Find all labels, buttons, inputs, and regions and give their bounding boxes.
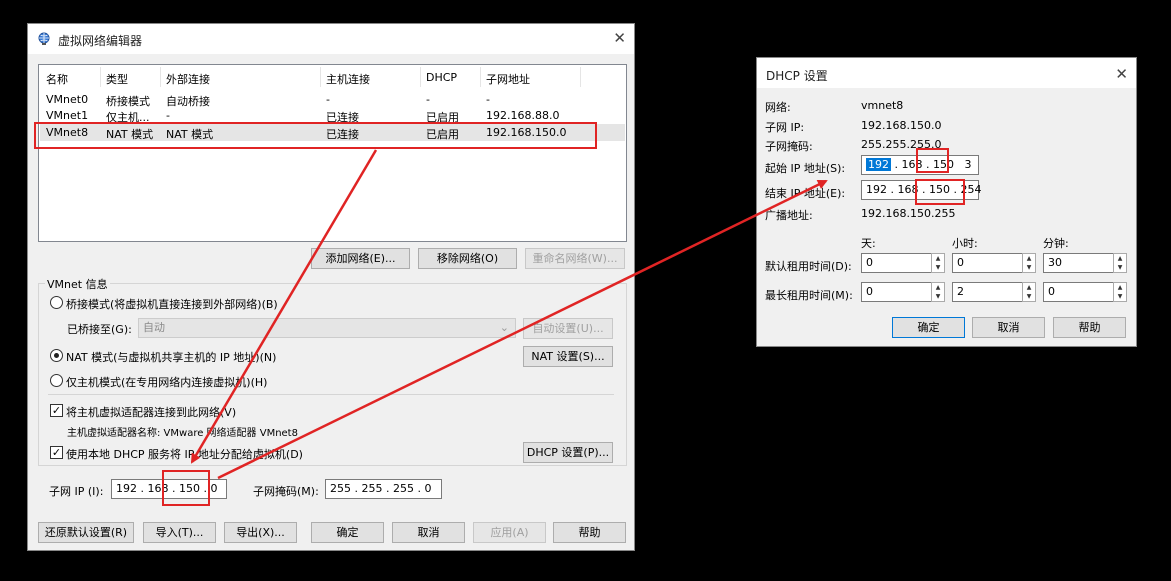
highlight-vmnet8-row bbox=[34, 122, 597, 149]
network-list[interactable]: 名称 类型 外部连接 主机连接 DHCP 子网地址 VMnet0 桥接模式 自动… bbox=[38, 64, 627, 242]
cell-name: VMnet0 bbox=[46, 93, 89, 106]
cell-name: VMnet1 bbox=[46, 109, 89, 122]
nat-mode-label[interactable]: NAT 模式(与虚拟机共享主机的 IP 地址)(N) bbox=[66, 349, 276, 365]
col-dhcp[interactable]: DHCP bbox=[426, 71, 457, 84]
group-divider bbox=[48, 394, 614, 395]
col-days: 天: bbox=[861, 237, 876, 250]
host-only-radio[interactable] bbox=[50, 374, 63, 387]
network-value: vmnet8 bbox=[861, 99, 904, 112]
virtual-network-editor-window: 虚拟网络编辑器 ✕ 名称 类型 外部连接 主机连接 DHCP 子网地址 VMne… bbox=[27, 23, 635, 551]
close-icon[interactable]: ✕ bbox=[613, 29, 626, 47]
vne-titlebar[interactable]: 虚拟网络编辑器 ✕ bbox=[28, 24, 634, 54]
restore-defaults-button[interactable]: 还原默认设置(R) bbox=[38, 522, 134, 543]
remove-network-button[interactable]: 移除网络(O) bbox=[418, 248, 517, 269]
rename-network-button[interactable]: 重命名网络(W)... bbox=[525, 248, 625, 269]
host-only-label[interactable]: 仅主机模式(在专用网络内连接虚拟机)(H) bbox=[66, 374, 267, 390]
broadcast-label: 广播地址: bbox=[765, 209, 813, 222]
add-network-button[interactable]: 添加网络(E)... bbox=[311, 248, 410, 269]
max-lease-days[interactable]: 0 bbox=[861, 282, 932, 302]
default-lease-days-spinner[interactable]: ▲ ▼ bbox=[931, 253, 945, 273]
max-lease-minutes[interactable]: 0 bbox=[1043, 282, 1114, 302]
dhcp-settings-button[interactable]: DHCP 设置(P)... bbox=[523, 442, 613, 463]
cell-host: - bbox=[326, 93, 330, 106]
col-subnet[interactable]: 子网地址 bbox=[486, 71, 530, 87]
dhcp-title: DHCP 设置 bbox=[766, 69, 828, 83]
max-lease-label: 最长租用时间(M): bbox=[765, 289, 853, 302]
max-lease-hours-spinner[interactable]: ▲ ▼ bbox=[1022, 282, 1036, 302]
import-button[interactable]: 导入(T)... bbox=[143, 522, 216, 543]
default-lease-label: 默认租用时间(D): bbox=[765, 260, 852, 273]
col-type[interactable]: 类型 bbox=[106, 71, 128, 87]
subnet-mask-label: 子网掩码: bbox=[765, 140, 813, 153]
connect-adapter-label[interactable]: 将主机虚拟适配器连接到此网络(V) bbox=[66, 404, 236, 420]
bridged-to-select[interactable]: 自动 ⌄ bbox=[138, 318, 516, 338]
network-row-vmnet1[interactable]: VMnet1 仅主机... - 已连接 已启用 192.168.88.0 bbox=[40, 107, 625, 124]
col-host[interactable]: 主机连接 bbox=[326, 71, 370, 87]
cell-subnet: 192.168.88.0 bbox=[486, 109, 560, 122]
network-label: 网络: bbox=[765, 101, 791, 114]
col-hours: 小时: bbox=[952, 237, 978, 250]
highlight-start-ip-octet bbox=[916, 148, 949, 173]
dhcp-cancel-button[interactable]: 取消 bbox=[972, 317, 1045, 338]
vmnet-info-title: VMnet 信息 bbox=[45, 276, 110, 292]
default-lease-hours-spinner[interactable]: ▲ ▼ bbox=[1022, 253, 1036, 273]
chevron-down-icon: ⌄ bbox=[499, 321, 509, 334]
cell-subnet: - bbox=[486, 93, 490, 106]
globe-network-icon bbox=[38, 32, 50, 45]
help-button[interactable]: 帮助 bbox=[553, 522, 626, 543]
adapter-name-text: 主机虚拟适配器名称: VMware 网络适配器 VMnet8 bbox=[67, 428, 298, 439]
dhcp-help-button[interactable]: 帮助 bbox=[1053, 317, 1126, 338]
subnet-ip-label: 子网 IP: bbox=[765, 121, 805, 134]
bridged-to-label: 已桥接至(G): bbox=[67, 323, 132, 336]
highlight-subnet-ip-octet bbox=[162, 470, 210, 506]
cell-external: - bbox=[166, 109, 170, 122]
bridged-mode-radio[interactable] bbox=[50, 296, 63, 309]
apply-button[interactable]: 应用(A) bbox=[473, 522, 546, 543]
subnet-ip-label: 子网 IP (I): bbox=[49, 485, 104, 498]
col-external[interactable]: 外部连接 bbox=[166, 71, 210, 87]
subnet-ip-value: 192.168.150.0 bbox=[861, 119, 942, 132]
default-lease-hours[interactable]: 0 bbox=[952, 253, 1023, 273]
col-name[interactable]: 名称 bbox=[46, 71, 68, 87]
default-lease-minutes[interactable]: 30 bbox=[1043, 253, 1114, 273]
max-lease-minutes-spinner[interactable]: ▲ ▼ bbox=[1113, 282, 1127, 302]
nat-settings-button[interactable]: NAT 设置(S)... bbox=[523, 346, 613, 367]
dhcp-titlebar[interactable]: DHCP 设置 ✕ bbox=[757, 58, 1136, 88]
ok-button[interactable]: 确定 bbox=[311, 522, 384, 543]
max-lease-days-spinner[interactable]: ▲ ▼ bbox=[931, 282, 945, 302]
use-dhcp-label[interactable]: 使用本地 DHCP 服务将 IP 地址分配给虚拟机(D) bbox=[66, 446, 303, 462]
subnet-mask-input[interactable]: 255 . 255 . 255 . 0 bbox=[325, 479, 442, 499]
network-list-header: 名称 类型 外部连接 主机连接 DHCP 子网地址 bbox=[40, 65, 625, 89]
highlight-end-ip-octet bbox=[915, 179, 965, 205]
use-dhcp-checkbox[interactable]: ✓ bbox=[50, 446, 63, 459]
cancel-button[interactable]: 取消 bbox=[392, 522, 465, 543]
dhcp-ok-button[interactable]: 确定 bbox=[892, 317, 965, 338]
broadcast-value: 192.168.150.255 bbox=[861, 207, 956, 220]
bridged-to-value: 自动 bbox=[143, 321, 165, 334]
start-ip-label: 起始 IP 地址(S): bbox=[765, 162, 846, 175]
nat-mode-radio[interactable] bbox=[50, 349, 63, 362]
export-button[interactable]: 导出(X)... bbox=[224, 522, 297, 543]
max-lease-hours[interactable]: 2 bbox=[952, 282, 1023, 302]
close-icon[interactable]: ✕ bbox=[1115, 65, 1128, 83]
end-ip-label: 结束 IP 地址(E): bbox=[765, 187, 846, 200]
network-row-vmnet0[interactable]: VMnet0 桥接模式 自动桥接 - - - bbox=[40, 91, 625, 108]
default-lease-days[interactable]: 0 bbox=[861, 253, 932, 273]
vne-title: 虚拟网络编辑器 bbox=[58, 34, 143, 48]
default-lease-minutes-spinner[interactable]: ▲ ▼ bbox=[1113, 253, 1127, 273]
subnet-mask-label: 子网掩码(M): bbox=[253, 485, 319, 498]
auto-settings-button[interactable]: 自动设置(U)... bbox=[523, 318, 613, 339]
cell-dhcp: - bbox=[426, 93, 430, 106]
connect-adapter-checkbox[interactable]: ✓ bbox=[50, 404, 63, 417]
col-minutes: 分钟: bbox=[1043, 237, 1069, 250]
bridged-mode-label[interactable]: 桥接模式(将虚拟机直接连接到外部网络)(B) bbox=[66, 296, 278, 312]
